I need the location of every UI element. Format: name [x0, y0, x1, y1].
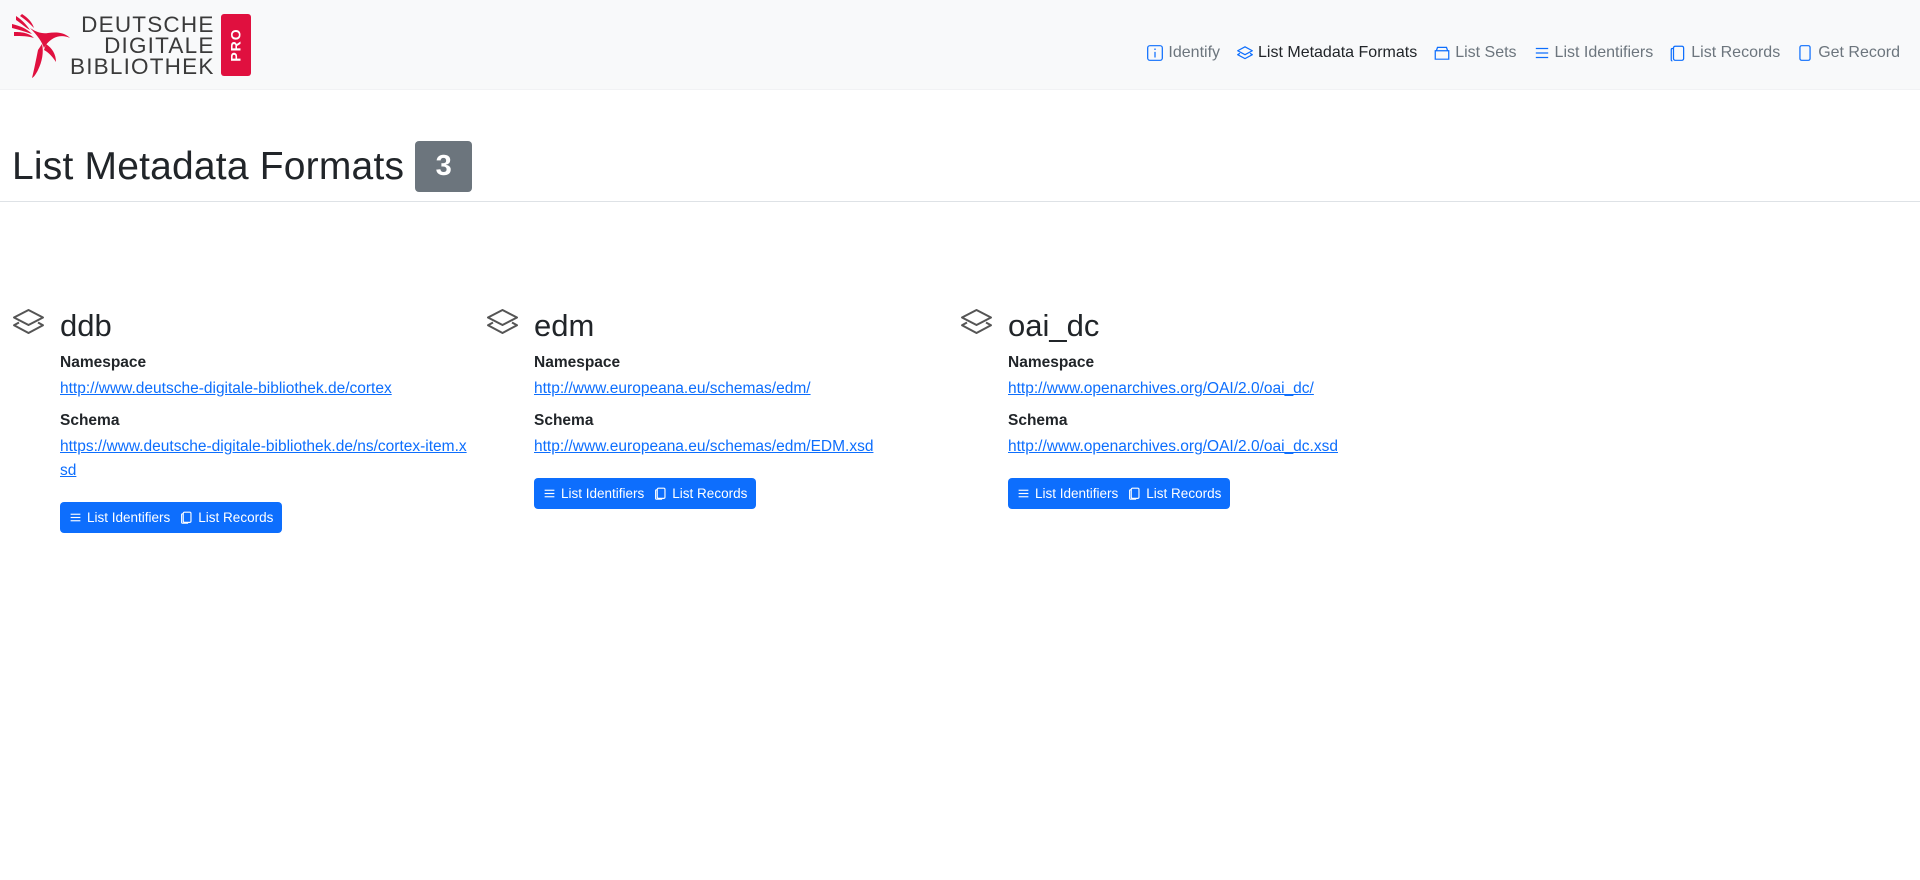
- schema-label: Schema: [60, 412, 120, 429]
- brand-line-1: DEUTSCHE: [81, 12, 215, 37]
- archive-icon: [1434, 46, 1450, 60]
- pro-badge: PRO: [220, 14, 251, 76]
- layers-icon: [13, 309, 44, 334]
- nav-get-record[interactable]: Get Record: [1796, 44, 1900, 62]
- copy-icon: [181, 511, 192, 524]
- nav-list-sets-label: List Sets: [1455, 44, 1517, 61]
- namespace-label: Namespace: [534, 354, 621, 371]
- format-actions: List Identifiers List Records: [534, 478, 757, 509]
- schema-label: Schema: [1008, 412, 1068, 429]
- list-icon: [1018, 489, 1029, 498]
- layers-icon: [1237, 46, 1253, 60]
- nav-list-metadata-formats[interactable]: List Metadata Formats: [1236, 44, 1417, 62]
- namespace-link[interactable]: http://www.europeana.eu/schemas/edm/: [534, 377, 944, 401]
- schema-link[interactable]: https://www.deutsche-digitale-bibliothek…: [60, 435, 470, 483]
- nav-identify[interactable]: Identify: [1146, 44, 1220, 62]
- pro-badge-label: PRO: [227, 28, 244, 62]
- count-badge: 3: [415, 141, 473, 192]
- file-icon: [1799, 45, 1811, 61]
- copy-icon: [1129, 487, 1140, 500]
- list-records-button[interactable]: List Records: [175, 502, 278, 533]
- list-icon: [70, 513, 81, 522]
- format-actions: List Identifiers List Records: [1008, 478, 1231, 509]
- schema-link[interactable]: http://www.europeana.eu/schemas/edm/EDM.…: [534, 435, 944, 459]
- navbar: DEUTSCHE DIGITALE BIBLIOTHEK PRO Identif…: [0, 0, 1920, 90]
- page-header: List Metadata Formats 3: [0, 90, 1920, 202]
- list-icon: [544, 489, 555, 498]
- list-records-label: List Records: [672, 486, 748, 501]
- namespace-link[interactable]: http://www.deutsche-digitale-bibliothek.…: [60, 377, 470, 401]
- format-details: Namespace http://www.openarchives.org/OA…: [1008, 354, 1418, 509]
- format-name: oai_dc: [1008, 308, 1100, 343]
- layers-icon: [961, 309, 992, 334]
- list-identifiers-label: List Identifiers: [561, 486, 645, 501]
- namespace-label: Namespace: [1008, 354, 1095, 371]
- list-records-button[interactable]: List Records: [1123, 478, 1226, 509]
- brand-logo[interactable]: DEUTSCHE DIGITALE BIBLIOTHEK PRO: [12, 12, 251, 79]
- nav-list-records-label: List Records: [1691, 44, 1781, 61]
- nav-list-records[interactable]: List Records: [1669, 44, 1780, 62]
- brand-name: DEUTSCHE DIGITALE BIBLIOTHEK: [70, 12, 215, 79]
- list-identifiers-label: List Identifiers: [87, 510, 171, 525]
- list-identifiers-label: List Identifiers: [1035, 486, 1119, 501]
- info-icon: [1147, 45, 1164, 61]
- nav-list-identifiers-label: List Identifiers: [1554, 44, 1654, 61]
- main-nav: Identify List Metadata Formats List Sets…: [1130, 44, 1900, 62]
- namespace-link[interactable]: http://www.openarchives.org/OAI/2.0/oai_…: [1008, 377, 1418, 401]
- eagle-logo-icon: [12, 14, 70, 78]
- brand-line-3: BIBLIOTHEK: [70, 54, 215, 79]
- nav-list-metadata-formats-label: List Metadata Formats: [1258, 44, 1418, 61]
- schema-label: Schema: [534, 412, 594, 429]
- page-title: List Metadata Formats: [12, 144, 405, 188]
- nav-list-identifiers[interactable]: List Identifiers: [1533, 44, 1654, 62]
- nav-list-sets[interactable]: List Sets: [1433, 44, 1517, 62]
- format-details: Namespace http://www.deutsche-digitale-b…: [60, 354, 470, 533]
- format-details: Namespace http://www.europeana.eu/schema…: [534, 354, 944, 509]
- list-records-label: List Records: [1146, 486, 1222, 501]
- list-identifiers-button[interactable]: List Identifiers: [1012, 478, 1123, 509]
- format-name: edm: [534, 308, 595, 343]
- list-icon: [1535, 47, 1548, 59]
- list-records-button[interactable]: List Records: [649, 478, 752, 509]
- nav-identify-label: Identify: [1168, 44, 1221, 61]
- page-title-wrap: List Metadata Formats 3: [12, 141, 473, 192]
- format-actions: List Identifiers List Records: [60, 502, 283, 533]
- brand-line-2: DIGITALE: [104, 33, 215, 58]
- list-identifiers-button[interactable]: List Identifiers: [64, 502, 175, 533]
- list-records-label: List Records: [198, 510, 274, 525]
- format-name: ddb: [60, 308, 112, 343]
- schema-link[interactable]: http://www.openarchives.org/OAI/2.0/oai_…: [1008, 435, 1418, 459]
- copy-icon: [1670, 45, 1685, 62]
- copy-icon: [655, 487, 666, 500]
- namespace-label: Namespace: [60, 354, 147, 371]
- layers-icon: [487, 309, 518, 334]
- nav-get-record-label: Get Record: [1818, 44, 1900, 61]
- list-identifiers-button[interactable]: List Identifiers: [538, 478, 649, 509]
